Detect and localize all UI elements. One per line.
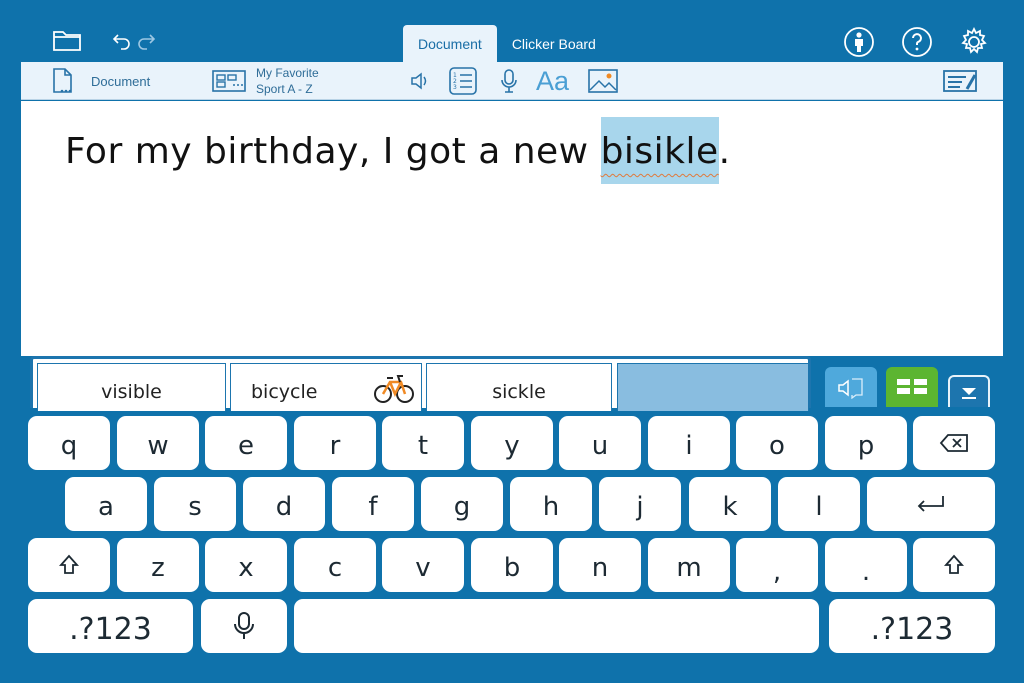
prediction-sickle[interactable]: sickle: [426, 363, 612, 411]
key-k[interactable]: k: [689, 477, 771, 531]
wordbank-icon: [212, 70, 246, 92]
key-n[interactable]: n: [559, 538, 641, 592]
shift-key-right[interactable]: [913, 538, 995, 592]
shift-icon: [58, 554, 80, 574]
backspace-key[interactable]: [913, 416, 995, 470]
tab-bar: Document Clicker Board: [403, 25, 611, 62]
grid-icon: [897, 379, 927, 394]
prediction-empty[interactable]: [617, 363, 809, 411]
person-icon[interactable]: [843, 26, 875, 58]
key-w[interactable]: w: [117, 416, 199, 470]
enter-key[interactable]: [867, 477, 995, 531]
prediction-label: sickle: [492, 380, 546, 403]
wordbank-button[interactable]: My Favorite Sport A - Z: [212, 62, 319, 100]
key-r[interactable]: r: [294, 416, 376, 470]
document-area[interactable]: For my birthday, I got a new bisikle.: [21, 101, 1003, 356]
undo-icon[interactable]: [112, 30, 132, 50]
symbols-key-left[interactable]: .?123: [28, 599, 193, 653]
misspelled-word[interactable]: bisikle: [600, 117, 719, 184]
key-e[interactable]: e: [205, 416, 287, 470]
key-u[interactable]: u: [559, 416, 641, 470]
key-v[interactable]: v: [382, 538, 464, 592]
speak-prediction-button[interactable]: [825, 367, 877, 407]
symbols-key-right[interactable]: .?123: [829, 599, 995, 653]
font-button[interactable]: Aa: [536, 62, 569, 100]
tab-document[interactable]: Document: [403, 25, 497, 62]
space-bar[interactable]: [294, 599, 819, 653]
redo-icon[interactable]: [136, 30, 156, 50]
key-l[interactable]: l: [778, 477, 860, 531]
key-h[interactable]: h: [510, 477, 592, 531]
document-menu-button[interactable]: Document: [51, 62, 150, 100]
prediction-bar: visible bicycle sickle: [30, 356, 811, 411]
folder-icon[interactable]: [52, 27, 82, 53]
speak-icon: [838, 378, 863, 399]
dictation-key[interactable]: [201, 599, 287, 653]
key-m[interactable]: m: [648, 538, 730, 592]
prediction-label: bicycle: [251, 380, 318, 403]
prediction-bicycle[interactable]: bicycle: [230, 363, 422, 411]
key-s[interactable]: s: [154, 477, 236, 531]
key-t[interactable]: t: [382, 416, 464, 470]
key-b[interactable]: b: [471, 538, 553, 592]
predictions-grid-button[interactable]: [886, 367, 938, 407]
key-y[interactable]: y: [471, 416, 553, 470]
key-c[interactable]: c: [294, 538, 376, 592]
hide-keyboard-button[interactable]: [948, 375, 990, 407]
key-p[interactable]: p: [825, 416, 907, 470]
top-bar: Document Clicker Board: [0, 0, 1024, 62]
speaker-icon[interactable]: [409, 62, 431, 100]
text-after: .: [718, 131, 731, 172]
help-icon[interactable]: [901, 26, 933, 58]
document-label: Document: [91, 73, 151, 89]
prediction-label: visible: [101, 380, 162, 403]
bicycle-icon: [374, 375, 414, 403]
shift-key-left[interactable]: [28, 538, 110, 592]
key-j[interactable]: j: [599, 477, 681, 531]
key-period[interactable]: .: [825, 538, 907, 592]
wordbank-name-line1: My Favorite: [256, 66, 319, 80]
document-icon: [53, 68, 72, 93]
key-comma[interactable]: ,: [736, 538, 818, 592]
svg-text:3: 3: [453, 84, 457, 91]
chevron-down-icon: [962, 388, 976, 399]
edit-document-icon[interactable]: [943, 62, 979, 100]
settings-icon[interactable]: [958, 26, 990, 58]
key-z[interactable]: z: [117, 538, 199, 592]
key-d[interactable]: d: [243, 477, 325, 531]
microphone-icon[interactable]: [499, 62, 519, 100]
key-i[interactable]: i: [648, 416, 730, 470]
tab-clicker-board[interactable]: Clicker Board: [497, 25, 611, 62]
microphone-icon: [234, 612, 254, 639]
backspace-icon: [939, 434, 968, 452]
numbered-list-icon[interactable]: 123: [449, 62, 477, 100]
key-q[interactable]: q: [28, 416, 110, 470]
toolbar: Document My Favorite Sport A - Z 123 Aa: [21, 62, 1003, 100]
image-icon[interactable]: [588, 62, 618, 100]
key-x[interactable]: x: [205, 538, 287, 592]
shift-icon: [943, 554, 965, 574]
prediction-visible[interactable]: visible: [37, 363, 226, 411]
on-screen-keyboard: q w e r t y u i o p a s d f g h j k l z …: [0, 406, 1024, 683]
wordbank-name-line2: Sport A - Z: [256, 82, 313, 96]
key-o[interactable]: o: [736, 416, 818, 470]
document-text[interactable]: For my birthday, I got a new bisikle.: [65, 117, 731, 184]
key-g[interactable]: g: [421, 477, 503, 531]
return-icon: [917, 496, 944, 512]
key-f[interactable]: f: [332, 477, 414, 531]
text-before: For my birthday, I got a new: [65, 131, 601, 172]
key-a[interactable]: a: [65, 477, 147, 531]
